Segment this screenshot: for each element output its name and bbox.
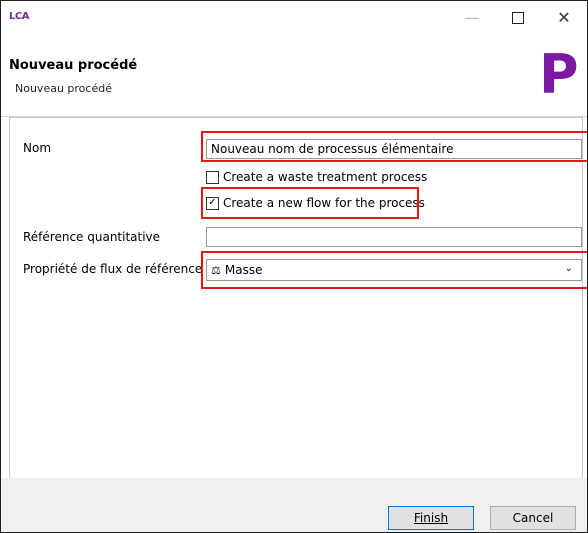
waste-checkbox-label: Create a waste treatment process <box>223 170 428 184</box>
app-icon: LCA <box>9 11 29 22</box>
flow-property-value: Masse <box>224 263 263 277</box>
checkmark-icon: ✓ <box>208 197 217 208</box>
name-label: Nom <box>23 141 52 155</box>
name-input[interactable] <box>206 139 582 159</box>
quantitative-reference-input[interactable] <box>206 227 582 247</box>
waste-treatment-checkbox[interactable]: Create a waste treatment process <box>206 170 427 184</box>
finish-button[interactable]: Finish <box>388 506 474 530</box>
close-button[interactable]: ✕ <box>541 1 587 34</box>
flow-property-label: Propriété de flux de référence <box>23 262 203 276</box>
flow-property-select[interactable]: ⚖ Masse ⌄ <box>206 259 582 281</box>
new-flow-checkbox-box[interactable]: ✓ <box>206 196 219 210</box>
new-flow-checkbox[interactable]: ✓ Create a new flow for the process <box>206 196 425 210</box>
button-bar: Finish Cancel <box>1 478 587 532</box>
dialog-window: LCA — ✕ Nouveau procédé Nouveau procédé … <box>0 0 588 533</box>
process-logo-icon: P <box>539 43 579 106</box>
cancel-button[interactable]: Cancel <box>490 506 576 530</box>
quantitative-reference-label: Référence quantitative <box>23 230 161 244</box>
finish-button-label: Finish <box>413 511 449 525</box>
title-bar: LCA — ✕ <box>1 1 587 34</box>
close-icon: ✕ <box>557 8 571 27</box>
chevron-down-icon: ⌄ <box>564 263 573 274</box>
wizard-header: Nouveau procédé Nouveau procédé P <box>1 34 587 117</box>
maximize-icon <box>512 11 524 24</box>
new-flow-checkbox-label: Create a new flow for the process <box>223 196 425 210</box>
page-subtitle: Nouveau procédé <box>15 82 112 95</box>
minimize-button[interactable]: — <box>449 1 495 34</box>
page-title: Nouveau procédé <box>9 58 138 73</box>
scale-icon: ⚖ <box>211 263 221 277</box>
maximize-button[interactable] <box>495 1 541 34</box>
minimize-icon: — <box>464 8 480 27</box>
waste-checkbox-box[interactable] <box>206 170 219 184</box>
